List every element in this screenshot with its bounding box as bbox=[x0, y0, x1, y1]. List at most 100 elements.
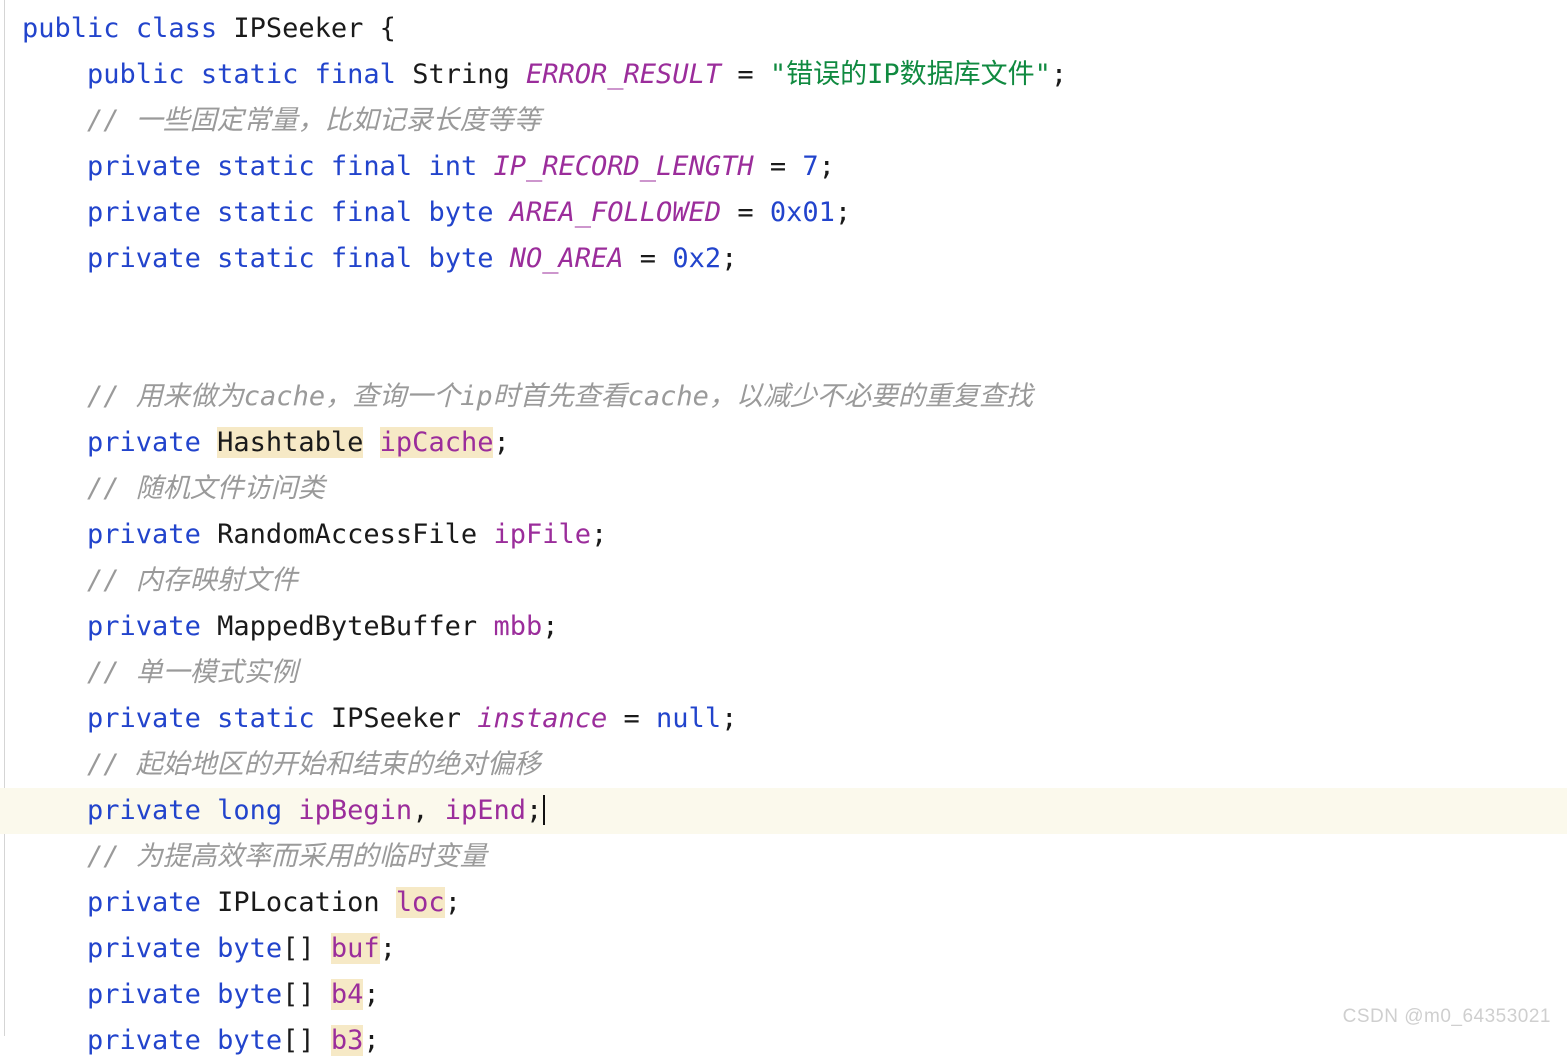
code-line[interactable]: // 随机文件访问类 bbox=[0, 466, 1567, 512]
code-line[interactable]: private static final byte NO_AREA = 0x2; bbox=[0, 236, 1567, 282]
code-line[interactable] bbox=[0, 282, 1567, 328]
code-token: null bbox=[656, 703, 722, 734]
code-line[interactable]: // 单一模式实例 bbox=[0, 650, 1567, 696]
code-token: NO_AREA bbox=[509, 243, 624, 274]
code-token: = bbox=[607, 703, 657, 734]
code-token: mbb bbox=[493, 611, 543, 642]
code-line[interactable]: // 为提高效率而采用的临时变量 bbox=[0, 834, 1567, 880]
code-token: = bbox=[721, 59, 770, 90]
code-line[interactable]: private Hashtable ipCache; bbox=[0, 420, 1567, 466]
code-line[interactable]: private MappedByteBuffer mbb; bbox=[0, 604, 1567, 650]
code-token: b4 bbox=[330, 979, 364, 1010]
code-token: ; bbox=[721, 703, 738, 734]
code-token: final bbox=[330, 151, 413, 182]
code-token: // 单一模式实例 bbox=[87, 657, 298, 688]
code-token: private bbox=[87, 795, 201, 826]
code-token: final bbox=[330, 243, 413, 274]
code-token: ; bbox=[444, 887, 461, 918]
code-token: instance bbox=[477, 703, 608, 734]
code-token: AREA_FOLLOWED bbox=[509, 197, 722, 228]
code-token: private bbox=[87, 243, 201, 274]
code-token: String bbox=[412, 59, 510, 90]
code-line[interactable]: // 用来做为cache，查询一个ip时首先查看cache，以减少不必要的重复查… bbox=[0, 374, 1567, 420]
code-token: buf bbox=[330, 933, 380, 964]
code-line[interactable]: public class IPSeeker { bbox=[0, 6, 1567, 52]
code-line[interactable]: private long ipBegin, ipEnd; bbox=[0, 788, 1567, 834]
code-token: // 起始地区的开始和结束的绝对偏移 bbox=[87, 749, 541, 780]
code-token: ; bbox=[834, 197, 852, 228]
code-line[interactable]: private RandomAccessFile ipFile; bbox=[0, 512, 1567, 558]
code-line[interactable]: // 起始地区的开始和结束的绝对偏移 bbox=[0, 742, 1567, 788]
code-token: static bbox=[217, 703, 315, 734]
code-token: RandomAccessFile bbox=[217, 519, 478, 550]
code-token: byte bbox=[217, 979, 283, 1010]
code-token: 7 bbox=[802, 151, 819, 182]
code-line[interactable]: private byte[] b4; bbox=[0, 972, 1567, 1018]
watermark-label: CSDN @m0_64353021 bbox=[1342, 1006, 1551, 1027]
code-line[interactable]: private IPLocation loc; bbox=[0, 880, 1567, 926]
code-token: = bbox=[623, 243, 673, 274]
code-token: byte bbox=[217, 1025, 283, 1056]
code-line[interactable] bbox=[0, 328, 1567, 374]
code-line[interactable]: private byte[] b3; bbox=[0, 1018, 1567, 1064]
code-line[interactable]: public static final String ERROR_RESULT … bbox=[0, 52, 1567, 98]
code-token: // 内存映射文件 bbox=[87, 565, 298, 596]
code-line[interactable]: // 内存映射文件 bbox=[0, 558, 1567, 604]
code-token: loc bbox=[395, 887, 445, 918]
code-token: ipFile bbox=[493, 519, 591, 550]
code-token: public bbox=[22, 13, 120, 44]
code-token: = bbox=[721, 197, 770, 228]
code-token: ; bbox=[379, 933, 396, 964]
code-token: public bbox=[87, 59, 185, 90]
code-line[interactable]: private static final int IP_RECORD_LENGT… bbox=[0, 144, 1567, 190]
code-line[interactable]: private static IPSeeker instance = null; bbox=[0, 696, 1567, 742]
code-token: private bbox=[87, 887, 201, 918]
code-line[interactable]: // 一些固定常量，比如记录长度等等 bbox=[0, 98, 1567, 144]
code-line[interactable]: private byte[] buf; bbox=[0, 926, 1567, 972]
code-token: static bbox=[217, 243, 315, 274]
code-token: [] bbox=[282, 933, 331, 964]
code-token: "错误的IP数据库文件" bbox=[769, 59, 1051, 90]
code-token: private bbox=[87, 979, 201, 1010]
code-token: 0x01 bbox=[769, 197, 835, 228]
code-token: ; bbox=[493, 427, 510, 458]
code-token: , bbox=[412, 795, 445, 826]
code-token: // 用来做为cache，查询一个ip时首先查看cache，以减少不必要的重复查… bbox=[87, 381, 1033, 412]
code-token: b3 bbox=[330, 1025, 364, 1056]
code-token: final bbox=[314, 59, 396, 90]
code-token: long bbox=[217, 795, 283, 826]
code-token: ERROR_RESULT bbox=[526, 59, 722, 90]
code-token: int bbox=[428, 151, 478, 182]
code-line[interactable]: private static final byte AREA_FOLLOWED … bbox=[0, 190, 1567, 236]
code-editor[interactable]: public class IPSeeker { public static fi… bbox=[0, 0, 1567, 1056]
code-token: class bbox=[135, 13, 218, 44]
code-token: byte bbox=[217, 933, 283, 964]
code-token: byte bbox=[428, 197, 494, 228]
